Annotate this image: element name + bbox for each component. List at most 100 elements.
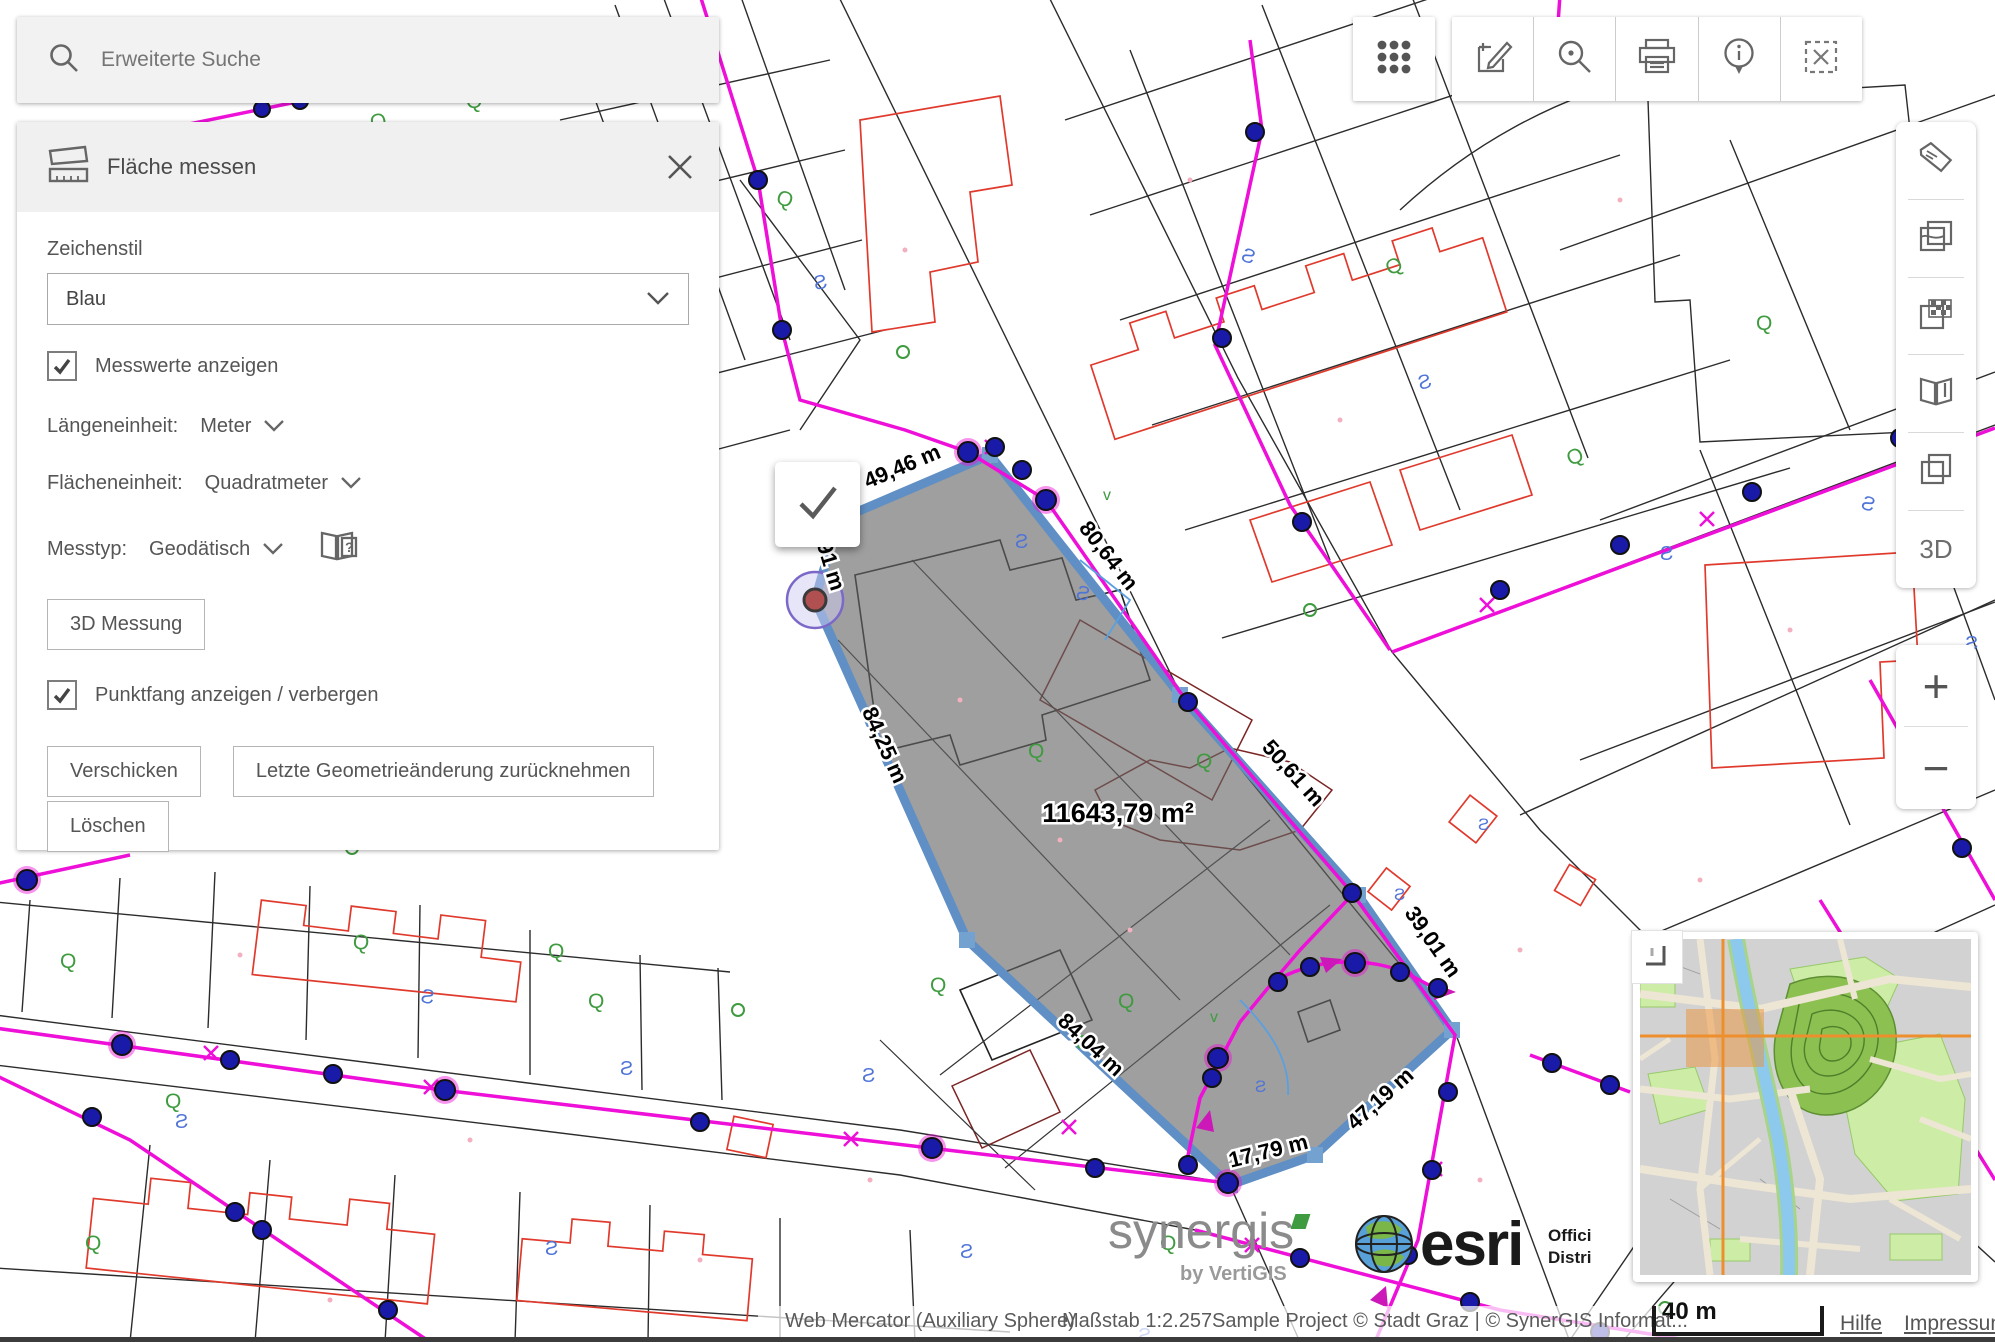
map-scalebar: 40 m	[1650, 1298, 1830, 1342]
draw-style-select[interactable]: Blau	[47, 273, 689, 325]
overview-map[interactable]	[1633, 932, 1978, 1282]
svg-text:Ƨ: Ƨ	[545, 1238, 558, 1260]
svg-text:Ƨ: Ƨ	[1478, 815, 1489, 834]
labels-button[interactable]	[1896, 122, 1976, 199]
view-3d-button[interactable]: 3D	[1896, 511, 1976, 588]
print-button[interactable]	[1615, 17, 1697, 101]
svg-text:Q: Q	[85, 1232, 101, 1255]
esri-globe-icon	[1356, 1216, 1412, 1272]
esri-logo-text: esri	[1420, 1210, 1522, 1279]
zoom-in-button[interactable]: +	[1896, 645, 1976, 726]
svg-text:Ƨ: Ƨ	[1015, 531, 1028, 553]
overlapping-maps-icon	[1918, 219, 1954, 258]
measure-area-panel: Fläche messen Zeichenstil Blau	[17, 122, 719, 850]
map-toolbar	[1452, 17, 1862, 101]
bottom-edge-bar	[0, 1337, 1995, 1342]
search-bar[interactable]	[17, 17, 719, 103]
svg-text:Q: Q	[165, 1090, 181, 1113]
length-unit-row: Längeneinheit: Meter	[47, 415, 689, 438]
length-unit-label: Längeneinheit:	[47, 415, 178, 438]
show-values-checkbox[interactable]	[47, 351, 77, 381]
action-buttons-row: Verschicken Letzte Geometrieänderung zur…	[47, 746, 689, 797]
zoom-select-button[interactable]	[1533, 17, 1615, 101]
chevron-down-icon	[646, 288, 670, 311]
chevron-down-icon	[262, 538, 284, 561]
transparency-button[interactable]	[1896, 278, 1976, 355]
layer-toolbar: 3D	[1896, 122, 1976, 588]
area-measurement-label: 11643,79 m²	[1042, 798, 1194, 828]
legend-button[interactable]	[1896, 355, 1976, 432]
open-book-icon	[1917, 375, 1955, 412]
measure-panel-header: Fläche messen	[17, 122, 719, 212]
area-unit-value: Quadratmeter	[205, 472, 328, 495]
svg-text:Q: Q	[351, 930, 370, 955]
search-icon	[47, 41, 81, 80]
measure-type-select[interactable]: Geodätisch	[149, 538, 284, 561]
length-unit-value: Meter	[200, 415, 251, 438]
printer-icon	[1636, 37, 1678, 82]
esri-subtext-1: Official	[1548, 1226, 1592, 1245]
confirm-measurement-button[interactable]	[775, 462, 860, 547]
svg-text:Ƨ: Ƨ	[1660, 543, 1673, 565]
area-ruler-icon	[47, 145, 91, 190]
search-input[interactable]	[99, 47, 663, 73]
svg-text:Q: Q	[588, 990, 604, 1013]
chevron-down-icon	[263, 415, 285, 438]
copy-map-button[interactable]	[1896, 433, 1976, 510]
view-3d-label: 3D	[1919, 534, 1952, 565]
svg-text:Ƨ: Ƨ	[862, 1065, 875, 1087]
show-values-row: Messwerte anzeigen	[47, 351, 689, 381]
undo-geometry-button[interactable]: Letzte Geometrieänderung zurücknehmen	[233, 746, 654, 797]
esri-logo: esri Official Distributor	[1352, 1205, 1592, 1288]
overview-collapse-button[interactable]	[1631, 930, 1683, 984]
length-unit-select[interactable]: Meter	[200, 415, 285, 438]
synergis-logo: synergis by VertiGIS	[1108, 1200, 1328, 1295]
svg-text:Q: Q	[1756, 312, 1772, 335]
svg-text:Q: Q	[1028, 740, 1044, 763]
measure-type-label: Messtyp:	[47, 538, 127, 561]
help-book-icon[interactable]: ?	[318, 529, 362, 569]
grid-icon	[1374, 37, 1414, 82]
zoom-out-button[interactable]: −	[1896, 727, 1976, 808]
magnifier-dot-icon	[1555, 37, 1595, 82]
measure-3d-button[interactable]: 3D Messung	[47, 599, 205, 650]
show-values-label: Messwerte anzeigen	[95, 355, 278, 378]
area-unit-label: Flächeneinheit:	[47, 472, 183, 495]
checkmark-icon	[795, 482, 841, 527]
svg-text:Ƨ: Ƨ	[960, 1241, 973, 1263]
help-link[interactable]: Hilfe	[1840, 1312, 1882, 1336]
snap-toggle-label: Punktfang anzeigen / verbergen	[95, 684, 379, 707]
copy-icon	[1919, 452, 1953, 491]
svg-text:Ƨ: Ƨ	[1255, 1077, 1266, 1096]
clear-selection-button[interactable]	[1780, 17, 1862, 101]
area-unit-row: Flächeneinheit: Quadratmeter	[47, 472, 689, 495]
corner-arrow-icon	[1640, 938, 1674, 977]
clear-selection-icon	[1801, 37, 1841, 82]
svg-text:Q: Q	[60, 950, 76, 973]
svg-text:Ƨ: Ƨ	[620, 1058, 633, 1080]
svg-text:Q: Q	[1118, 990, 1134, 1013]
svg-text:Q: Q	[930, 974, 946, 997]
edit-sketch-icon	[1473, 37, 1513, 82]
tag-icon	[1917, 142, 1955, 179]
svg-text:Ƨ: Ƨ	[175, 1111, 188, 1133]
send-button[interactable]: Verschicken	[47, 746, 201, 797]
close-icon[interactable]	[663, 150, 697, 184]
snap-toggle-checkbox[interactable]	[47, 680, 77, 710]
svg-text:Ƨ: Ƨ	[1394, 885, 1405, 904]
app-grid-button[interactable]	[1353, 17, 1435, 101]
svg-text:Q: Q	[548, 940, 564, 963]
svg-text:v: v	[1103, 487, 1111, 504]
info-button[interactable]	[1698, 17, 1780, 101]
synergis-byline: by VertiGIS	[1180, 1263, 1287, 1285]
chevron-down-icon	[340, 472, 362, 495]
imprint-link[interactable]: Impressum	[1904, 1312, 1995, 1336]
synergis-logo-text: synergis	[1108, 1203, 1294, 1259]
area-unit-select[interactable]: Quadratmeter	[205, 472, 362, 495]
redlining-button[interactable]	[1452, 17, 1533, 101]
draw-style-value: Blau	[66, 288, 106, 311]
svg-text:?: ?	[345, 539, 354, 555]
map-themes-button[interactable]	[1896, 200, 1976, 277]
snap-toggle-row: Punktfang anzeigen / verbergen	[47, 680, 689, 710]
delete-button[interactable]: Löschen	[47, 801, 169, 852]
